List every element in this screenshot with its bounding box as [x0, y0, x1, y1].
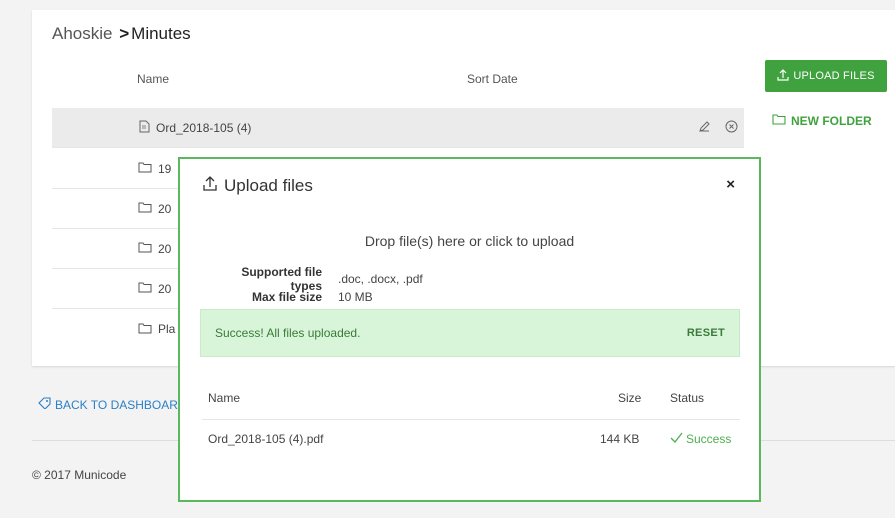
alert-text: Success! All files uploaded. — [215, 326, 361, 340]
supported-types-label: Supported file types — [241, 265, 322, 293]
status-text: Success — [686, 432, 732, 446]
reset-button[interactable]: RESET — [687, 327, 725, 339]
modal-title: Upload files — [202, 175, 313, 196]
breadcrumb: Ahoskie > Minutes — [52, 24, 191, 44]
row-label: Ord_2018-105 (4) — [156, 120, 252, 135]
upload-files-label: UPLOAD FILES — [793, 70, 875, 82]
column-header-name[interactable]: Name — [137, 72, 169, 86]
max-size-label: Max file size — [251, 290, 322, 304]
row-label: 20 — [158, 241, 172, 256]
file-specs: Supported file types .doc, .docx, .pdf M… — [220, 265, 423, 306]
footer-copyright: © 2017 Municode — [32, 468, 127, 482]
breadcrumb-parent[interactable]: Ahoskie — [52, 24, 112, 43]
new-folder-button[interactable]: NEW FOLDER — [772, 113, 872, 128]
file-table-header-name: Name — [208, 391, 241, 405]
breadcrumb-current: Minutes — [131, 24, 191, 43]
uploaded-file-name: Ord_2018-105 (4).pdf — [208, 432, 324, 446]
breadcrumb-separator: > — [119, 24, 130, 43]
back-to-dashboard-label: BACK TO DASHBOARD — [55, 397, 187, 412]
folder-icon — [772, 113, 786, 128]
upload-icon — [202, 175, 218, 196]
file-table-header-status: Status — [670, 391, 705, 405]
row-label: 20 — [158, 201, 172, 216]
folder-icon — [138, 322, 152, 337]
upload-icon — [777, 68, 789, 84]
check-icon — [670, 432, 683, 446]
file-table-divider — [202, 419, 740, 420]
uploaded-file-status: Success — [670, 432, 731, 446]
uploaded-file-size: 144 KB — [600, 432, 640, 446]
row-label: 20 — [158, 281, 172, 296]
table-row[interactable]: Ord_2018-105 (4) — [52, 108, 744, 148]
file-table-header-size: Size — [618, 391, 642, 405]
upload-files-modal: Upload files × Drop file(s) here or clic… — [178, 157, 761, 502]
row-label: 19 — [158, 161, 172, 176]
new-folder-label: NEW FOLDER — [791, 113, 872, 128]
modal-title-text: Upload files — [224, 175, 313, 195]
delete-icon[interactable] — [725, 120, 738, 136]
dropzone[interactable]: Drop file(s) here or click to upload — [180, 233, 759, 249]
folder-icon — [138, 241, 152, 256]
max-size-value: 10 MB — [338, 290, 373, 304]
upload-files-button[interactable]: UPLOAD FILES — [765, 60, 887, 92]
edit-icon[interactable] — [698, 120, 711, 136]
back-to-dashboard-link[interactable]: BACK TO DASHBOARD — [38, 397, 187, 412]
tag-icon — [38, 397, 51, 412]
column-header-sort-date[interactable]: Sort Date — [467, 72, 518, 86]
row-label: Pla — [158, 322, 176, 336]
pdf-file-icon — [138, 120, 150, 136]
folder-icon — [138, 201, 152, 216]
folder-icon — [138, 281, 152, 296]
success-alert: Success! All files uploaded. RESET — [200, 309, 740, 357]
supported-types-value: .doc, .docx, .pdf — [338, 272, 423, 286]
folder-icon — [138, 161, 152, 176]
close-icon[interactable]: × — [726, 176, 735, 193]
